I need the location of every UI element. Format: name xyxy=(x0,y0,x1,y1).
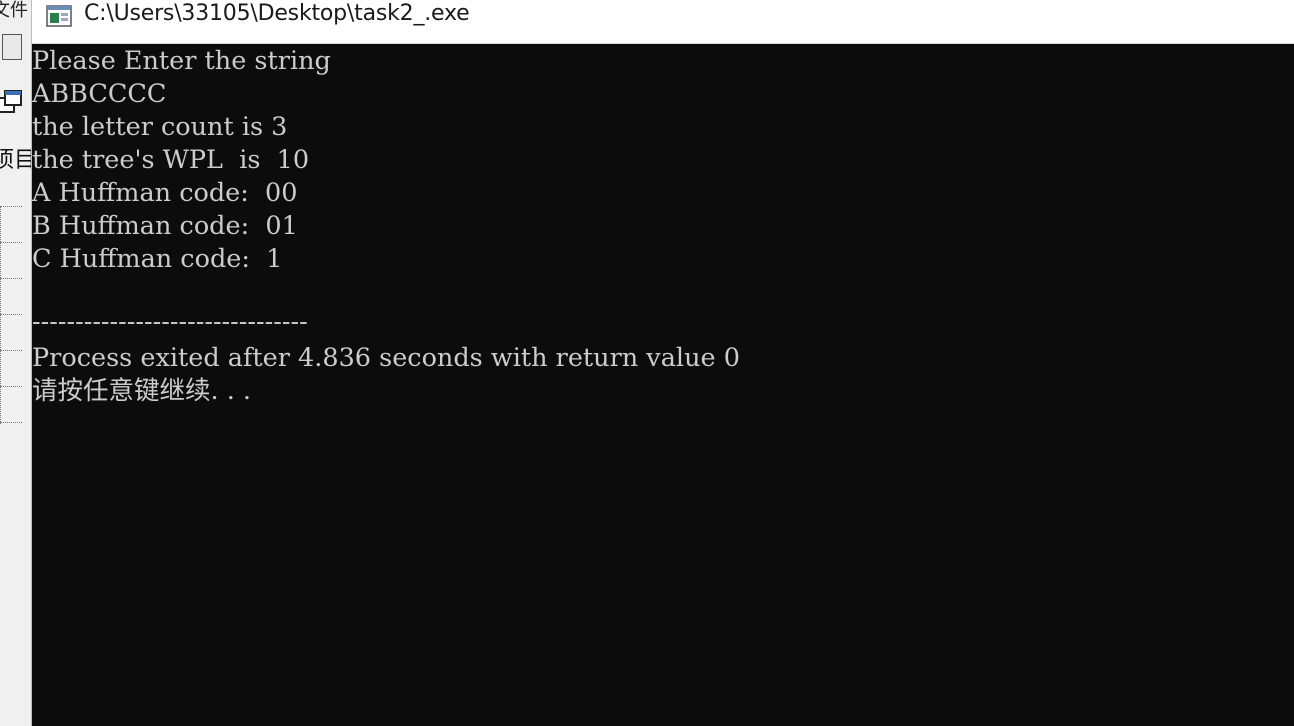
console-line: Process exited after 4.836 seconds with … xyxy=(32,343,740,373)
window-title: C:\Users\33105\Desktop\task2_.exe xyxy=(84,1,470,26)
background-ide-window: 文件 项目 xyxy=(0,0,32,726)
console-app-icon xyxy=(46,5,72,27)
ide-menu-fragment[interactable]: 文件 xyxy=(0,0,28,22)
console-output[interactable]: Please Enter the string ABBCCCC the lett… xyxy=(32,44,1294,726)
console-line: 请按任意键继续. . . xyxy=(32,376,252,406)
ide-tree-branch xyxy=(0,206,22,207)
ide-project-tab-fragment[interactable]: 项目 xyxy=(0,142,31,174)
ide-toolbar-button[interactable] xyxy=(2,34,22,60)
ide-tree-branch xyxy=(0,314,22,315)
console-line: ABBCCCC xyxy=(32,79,167,109)
ide-tree-guide xyxy=(0,206,1,424)
ide-tree-branch xyxy=(0,278,22,279)
ide-tree-branch xyxy=(0,242,22,243)
console-line: A Huffman code: 00 xyxy=(32,178,298,208)
title-bar[interactable]: C:\Users\33105\Desktop\task2_.exe xyxy=(32,0,1294,44)
console-separator: -------------------------------- xyxy=(32,307,308,337)
console-line: Please Enter the string xyxy=(32,46,331,76)
ide-tree-branch xyxy=(0,350,22,351)
ide-tree-branch xyxy=(0,422,22,423)
console-line: C Huffman code: 1 xyxy=(32,244,283,274)
console-line: the letter count is 3 xyxy=(32,112,288,142)
ide-tree-branch xyxy=(0,386,22,387)
ide-window-frames-icon[interactable] xyxy=(0,88,24,118)
console-line: B Huffman code: 01 xyxy=(32,211,298,241)
console-window[interactable]: C:\Users\33105\Desktop\task2_.exe Please… xyxy=(32,0,1294,726)
console-line: the tree's WPL is 10 xyxy=(32,145,310,175)
